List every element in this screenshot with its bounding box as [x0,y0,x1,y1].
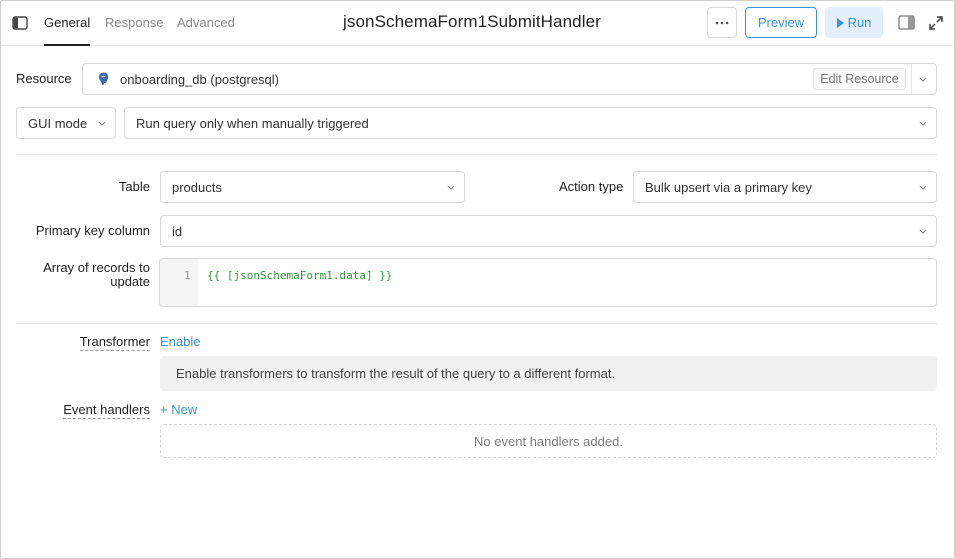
side-panel-icon[interactable] [898,15,915,30]
table-label: Table [118,179,150,194]
records-label: Array of records to update [43,261,150,289]
records-code-editor[interactable]: 1 {{ [jsonSchemaForm1.data] }} [159,258,937,307]
table-value: products [172,179,222,195]
run-label: Run [847,15,872,30]
trigger-mode-select[interactable]: Run query only when manually triggered [124,107,937,139]
edit-resource-button[interactable]: Edit Resource [813,68,906,90]
query-editor-panel: General Response Advanced jsonSchemaForm… [0,0,955,559]
table-select[interactable]: products [160,171,465,203]
resource-divider [911,64,912,94]
code-body[interactable] [198,259,936,306]
sidebar-toggle-icon[interactable] [12,15,28,31]
more-options-button[interactable] [707,7,737,38]
preview-button[interactable]: Preview [745,7,817,38]
action-type-label: Action type [559,179,624,194]
chevron-down-icon [919,77,927,82]
chevron-down-icon [919,229,927,234]
active-tab-indicator [44,44,90,46]
run-button[interactable]: Run [825,7,883,38]
query-title[interactable]: jsonSchemaForm1SubmitHandler [343,12,601,32]
action-type-value: Bulk upsert via a primary key [645,179,812,195]
ellipsis-icon [715,21,729,24]
gui-mode-value: GUI mode [28,115,88,131]
postgresql-icon [99,72,109,86]
code-text: {{ [jsonSchemaForm1.data] }} [207,269,393,282]
chevron-down-icon [919,185,927,190]
event-handlers-empty: No event handlers added. [160,424,937,458]
expand-icon[interactable] [928,15,944,31]
trigger-mode-value: Run query only when manually triggered [136,115,369,131]
chevron-down-icon [919,121,927,126]
section-divider [16,154,937,155]
event-handlers-label: Event handlers [63,402,150,419]
editor-header: General Response Advanced jsonSchemaForm… [1,1,954,46]
action-type-select[interactable]: Bulk upsert via a primary key [633,171,937,203]
primary-key-select[interactable]: id [160,215,937,247]
line-number: 1 [184,269,191,282]
resource-label: Resource [16,71,72,86]
chevron-down-icon [98,121,106,126]
transformer-label: Transformer [79,334,150,351]
records-label-line2: update [110,274,150,289]
primary-key-label: Primary key column [35,223,150,238]
records-label-line1: Array of records to [43,260,150,275]
enable-transformer-link[interactable]: Enable [160,334,200,349]
chevron-down-icon [447,185,455,190]
resource-value: onboarding_db (postgresql) [120,71,279,87]
tab-general[interactable]: General [44,15,90,30]
section-divider [16,323,937,324]
resource-select[interactable]: onboarding_db (postgresql) [82,63,937,95]
transformer-info: Enable transformers to transform the res… [160,356,937,391]
play-icon [836,17,844,28]
tab-response[interactable]: Response [105,15,164,30]
primary-key-value: id [172,223,183,239]
new-event-handler-link[interactable]: + New [160,402,197,417]
gui-mode-select[interactable]: GUI mode [16,107,116,139]
tab-advanced[interactable]: Advanced [177,15,235,30]
